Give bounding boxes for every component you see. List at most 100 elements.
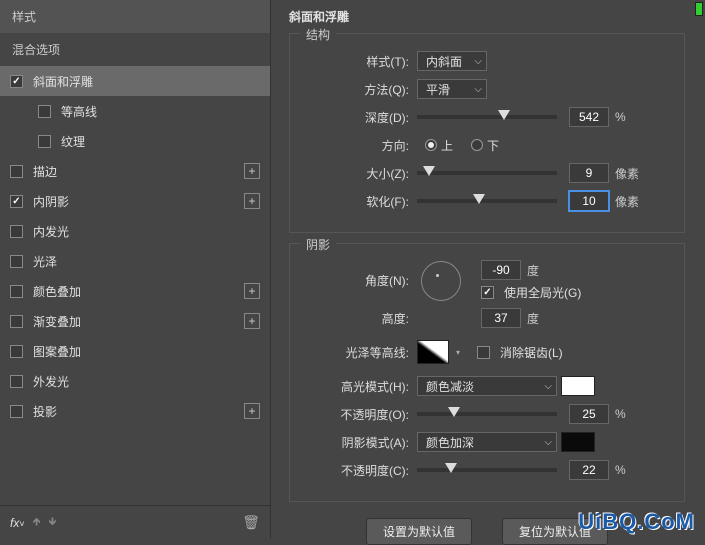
direction-down-radio[interactable] — [471, 139, 483, 151]
global-light-label: 使用全局光(G) — [504, 284, 581, 301]
add-effect-icon[interactable]: + — [244, 163, 260, 179]
style-item-5[interactable]: 内发光 — [0, 216, 270, 246]
style-label: 样式(T): — [304, 53, 409, 70]
angle-input[interactable] — [481, 260, 521, 280]
technique-select[interactable]: 平滑 — [417, 79, 487, 99]
style-item-label: 内发光 — [33, 223, 69, 240]
style-item-label: 颜色叠加 — [33, 283, 81, 300]
style-checkbox[interactable] — [10, 165, 23, 178]
shadow-opacity-unit: % — [615, 463, 626, 477]
style-item-2[interactable]: 纹理 — [0, 126, 270, 156]
size-label: 大小(Z): — [304, 165, 409, 182]
highlight-opacity-slider[interactable] — [417, 412, 557, 416]
highlight-mode-label: 高光模式(H): — [304, 378, 409, 395]
style-item-label: 斜面和浮雕 — [33, 73, 93, 90]
style-item-1[interactable]: 等高线 — [0, 96, 270, 126]
soften-unit: 像素 — [615, 193, 639, 210]
shadow-opacity-slider[interactable] — [417, 468, 557, 472]
angle-label: 角度(N): — [304, 272, 409, 289]
style-item-label: 内阴影 — [33, 193, 69, 210]
shadow-color-swatch[interactable] — [561, 432, 595, 452]
style-item-label: 图案叠加 — [33, 343, 81, 360]
soften-input[interactable] — [569, 191, 609, 211]
style-checkbox[interactable] — [10, 285, 23, 298]
style-item-label: 等高线 — [61, 103, 97, 120]
add-effect-icon[interactable]: + — [244, 283, 260, 299]
move-up-icon[interactable]: 🡹 — [33, 513, 41, 532]
make-default-button[interactable]: 设置为默认值 — [366, 518, 472, 545]
style-item-6[interactable]: 光泽 — [0, 246, 270, 276]
style-item-label: 光泽 — [33, 253, 57, 270]
technique-label: 方法(Q): — [304, 81, 409, 98]
style-checkbox[interactable] — [10, 195, 23, 208]
contour-label: 光泽等高线: — [304, 344, 409, 361]
highlight-mode-select[interactable]: 颜色减淡 — [417, 376, 557, 396]
antialias-checkbox[interactable] — [477, 346, 490, 359]
structure-section: 结构 样式(T): 内斜面 方法(Q): 平滑 深度(D): % 方向: 上 下… — [289, 33, 685, 233]
altitude-label: 高度: — [304, 310, 409, 327]
up-label: 上 — [441, 137, 453, 154]
shading-title: 阴影 — [300, 236, 336, 253]
add-effect-icon[interactable]: + — [244, 193, 260, 209]
style-item-4[interactable]: 内阴影 + — [0, 186, 270, 216]
panel-title: 斜面和浮雕 — [289, 8, 685, 25]
move-down-icon[interactable]: 🡻 — [49, 513, 57, 532]
style-checkbox[interactable] — [10, 345, 23, 358]
style-checkbox[interactable] — [10, 75, 23, 88]
style-checkbox[interactable] — [10, 225, 23, 238]
angle-unit: 度 — [527, 262, 539, 279]
direction-label: 方向: — [304, 137, 409, 154]
global-light-checkbox[interactable] — [481, 286, 494, 299]
shadow-opacity-input[interactable] — [569, 460, 609, 480]
style-item-11[interactable]: 投影 + — [0, 396, 270, 426]
shadow-mode-select[interactable]: 颜色加深 — [417, 432, 557, 452]
direction-up-radio[interactable] — [425, 139, 437, 151]
blend-options-item[interactable]: 混合选项 — [0, 33, 270, 66]
contour-dropdown-icon[interactable]: ▾ — [453, 348, 463, 357]
style-item-8[interactable]: 渐变叠加 + — [0, 306, 270, 336]
watermark: UiBQ.CoM — [578, 509, 695, 535]
style-checkbox[interactable] — [10, 315, 23, 328]
style-item-label: 渐变叠加 — [33, 313, 81, 330]
status-indicator-icon — [695, 2, 703, 16]
angle-dial[interactable] — [421, 261, 461, 301]
add-effect-icon[interactable]: + — [244, 313, 260, 329]
style-item-9[interactable]: 图案叠加 — [0, 336, 270, 366]
style-item-label: 描边 — [33, 163, 57, 180]
size-slider[interactable] — [417, 171, 557, 175]
soften-label: 软化(F): — [304, 193, 409, 210]
fx-menu[interactable]: fx˅ — [10, 516, 25, 530]
style-checkbox[interactable] — [38, 105, 51, 118]
depth-unit: % — [615, 110, 626, 124]
add-effect-icon[interactable]: + — [244, 403, 260, 419]
depth-slider[interactable] — [417, 115, 557, 119]
style-item-10[interactable]: 外发光 — [0, 366, 270, 396]
style-checkbox[interactable] — [10, 405, 23, 418]
style-checkbox[interactable] — [10, 255, 23, 268]
shadow-opacity-label: 不透明度(C): — [304, 462, 409, 479]
settings-panel: 斜面和浮雕 结构 样式(T): 内斜面 方法(Q): 平滑 深度(D): % 方… — [271, 0, 705, 539]
depth-input[interactable] — [569, 107, 609, 127]
highlight-color-swatch[interactable] — [561, 376, 595, 396]
style-item-0[interactable]: 斜面和浮雕 — [0, 66, 270, 96]
sidebar-title: 样式 — [0, 0, 270, 33]
highlight-opacity-input[interactable] — [569, 404, 609, 424]
soften-slider[interactable] — [417, 199, 557, 203]
shadow-mode-label: 阴影模式(A): — [304, 434, 409, 451]
style-item-7[interactable]: 颜色叠加 + — [0, 276, 270, 306]
down-label: 下 — [487, 137, 499, 154]
style-checkbox[interactable] — [38, 135, 51, 148]
style-item-3[interactable]: 描边 + — [0, 156, 270, 186]
sidebar-footer: fx˅ 🡹 🡻 🗑 — [0, 505, 270, 539]
contour-picker[interactable] — [417, 340, 449, 364]
style-item-label: 投影 — [33, 403, 57, 420]
style-item-label: 纹理 — [61, 133, 85, 150]
style-list: 斜面和浮雕等高线纹理描边+内阴影+内发光光泽颜色叠加+渐变叠加+图案叠加外发光投… — [0, 66, 270, 505]
size-unit: 像素 — [615, 165, 639, 182]
altitude-input[interactable] — [481, 308, 521, 328]
style-select[interactable]: 内斜面 — [417, 51, 487, 71]
style-checkbox[interactable] — [10, 375, 23, 388]
size-input[interactable] — [569, 163, 609, 183]
shading-section: 阴影 角度(N): 度 使用全局光(G) 高度: 度 光泽等高线: — [289, 243, 685, 502]
trash-icon[interactable]: 🗑 — [242, 514, 260, 531]
